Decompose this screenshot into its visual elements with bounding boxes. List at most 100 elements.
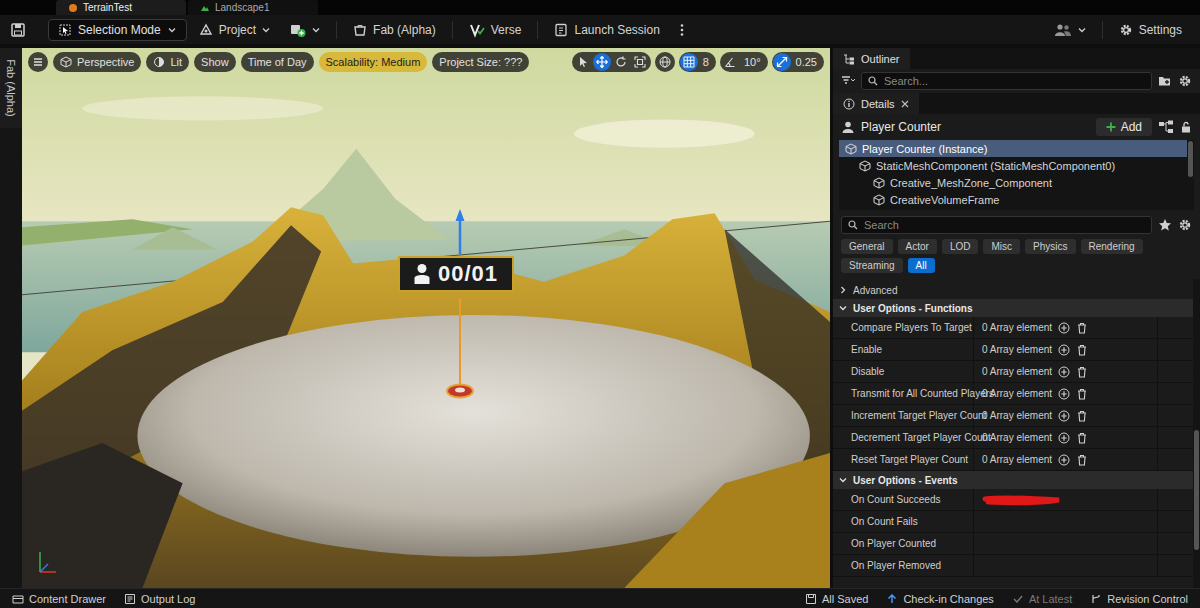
outliner-search-field[interactable]: Search...	[861, 72, 1152, 90]
property-value[interactable]	[974, 533, 1157, 554]
property-value[interactable]: 0 Array element	[974, 405, 1157, 426]
component-row[interactable]: StaticMeshComponent (StaticMeshComponent…	[839, 157, 1187, 174]
status-button[interactable]: Output Log	[120, 593, 199, 605]
component-tree: Player Counter (Instance)StaticMeshCompo…	[839, 140, 1194, 210]
filter-tab[interactable]: General	[841, 239, 893, 254]
filter-tab[interactable]: All	[908, 258, 935, 273]
add-component-button[interactable]: Add	[1096, 118, 1152, 136]
filter-tab[interactable]: Streaming	[841, 258, 903, 273]
level-icon	[68, 3, 78, 13]
transform-tool[interactable]	[631, 53, 649, 71]
advanced-section-header[interactable]: Advanced	[833, 281, 1193, 299]
status-button[interactable]: Check-in Changes	[882, 593, 998, 605]
section-header[interactable]: User Options - Functions	[833, 299, 1193, 317]
settings-menu[interactable]: Settings	[1111, 20, 1190, 40]
snap-toggle[interactable]	[773, 53, 791, 71]
snap-setting[interactable]: 10°	[720, 52, 768, 72]
add-actor-button[interactable]	[282, 19, 328, 41]
document-tab[interactable]: Landscape1	[188, 0, 318, 15]
trash-icon[interactable]	[1076, 366, 1088, 378]
coordinate-space-button[interactable]	[655, 52, 675, 72]
component-row[interactable]: Player Counter (Instance)	[839, 140, 1187, 157]
verse-button[interactable]: Verse	[461, 19, 530, 41]
new-folder-icon[interactable]	[1158, 74, 1172, 88]
add-element-icon[interactable]	[1058, 410, 1070, 422]
filter-tab[interactable]: Misc	[983, 239, 1020, 254]
status-button[interactable]: All Saved	[801, 593, 872, 605]
status-button[interactable]: Revision Control	[1086, 593, 1192, 605]
mode-dropdown[interactable]: Selection Mode	[48, 19, 187, 41]
trash-icon[interactable]	[1076, 454, 1088, 466]
property-value[interactable]	[974, 555, 1157, 576]
trash-icon[interactable]	[1076, 432, 1088, 444]
project-menu[interactable]: Project	[191, 20, 278, 40]
viewport-menu-button[interactable]	[28, 52, 48, 72]
viewport-option-button[interactable]: Project Size: ???	[432, 52, 529, 72]
launch-session-button[interactable]: Launch Session	[546, 20, 667, 40]
lock-icon[interactable]	[1180, 121, 1192, 133]
snap-toggle[interactable]	[680, 53, 698, 71]
session-users-menu[interactable]	[1046, 20, 1094, 40]
device-pivot-icon[interactable]	[420, 296, 500, 406]
filter-icon[interactable]	[841, 74, 855, 88]
property-value[interactable]: 0 Array element	[974, 427, 1157, 448]
player-counter-billboard[interactable]: 00/01	[398, 256, 514, 292]
transform-tool[interactable]	[612, 53, 630, 71]
viewport-option-button[interactable]: Time of Day	[241, 52, 314, 72]
snap-setting[interactable]: 8	[679, 52, 716, 72]
document-tab[interactable]: TerrainTest	[56, 0, 186, 15]
tree-scrollbar[interactable]	[1187, 140, 1194, 210]
property-value[interactable]	[974, 511, 1157, 532]
property-value[interactable]: 0 Array element	[974, 361, 1157, 382]
add-element-icon[interactable]	[1058, 344, 1070, 356]
more-options-icon[interactable]	[680, 23, 684, 37]
component-row[interactable]: Creative_MeshZone_Component	[839, 174, 1187, 191]
viewport-option-button[interactable]: Scalability: Medium	[319, 52, 428, 72]
component-row[interactable]: CreativeVolumeFrame	[839, 191, 1187, 208]
trash-icon[interactable]	[1076, 322, 1088, 334]
status-button[interactable]: Content Drawer	[8, 593, 110, 605]
blueprint-icon[interactable]	[1158, 119, 1174, 135]
gear-icon[interactable]	[1178, 218, 1192, 232]
snap-toggle[interactable]	[721, 53, 739, 71]
filter-tab[interactable]: LOD	[942, 239, 979, 254]
add-element-icon[interactable]	[1058, 454, 1070, 466]
level-viewport[interactable]: PerspectiveLitShowTime of DayScalability…	[22, 48, 830, 588]
viewport-option-button[interactable]: Perspective	[53, 52, 141, 72]
viewport-option-button[interactable]: Lit	[146, 52, 189, 72]
details-tab[interactable]: Details	[833, 93, 919, 114]
add-element-icon[interactable]	[1058, 366, 1070, 378]
filter-tab[interactable]: Physics	[1025, 239, 1075, 254]
status-button[interactable]: At Latest	[1008, 593, 1076, 605]
save-icon[interactable]	[10, 22, 26, 38]
trash-icon[interactable]	[1076, 344, 1088, 356]
details-scrollbar[interactable]	[1193, 279, 1200, 588]
viewport-option-button[interactable]: Show	[194, 52, 236, 72]
close-icon[interactable]	[901, 100, 909, 108]
property-value[interactable]: 0 Array element	[974, 339, 1157, 360]
side-tab[interactable]: Fab (Alpha)	[0, 48, 22, 128]
add-element-icon[interactable]	[1058, 432, 1070, 444]
property-value[interactable]: 0 Array element	[974, 383, 1157, 404]
section-header[interactable]: User Options - Events	[833, 471, 1193, 489]
property-value[interactable]: 0 Array element	[974, 449, 1157, 470]
details-search-field[interactable]: Search	[841, 216, 1152, 234]
editor-window: TerrainTestLandscape1Selection ModeProje…	[0, 0, 1200, 608]
trash-icon[interactable]	[1076, 388, 1088, 400]
property-value[interactable]	[974, 489, 1157, 510]
add-element-icon[interactable]	[1058, 322, 1070, 334]
transform-tool[interactable]	[593, 53, 611, 71]
gear-icon[interactable]	[1178, 74, 1192, 88]
transform-tool[interactable]	[574, 53, 592, 71]
filter-tab[interactable]: Actor	[898, 239, 937, 254]
add-element-icon[interactable]	[1058, 388, 1070, 400]
filter-tab[interactable]: Rendering	[1081, 239, 1143, 254]
lit-icon	[153, 56, 165, 68]
property-value[interactable]: 0 Array element	[974, 317, 1157, 338]
star-icon[interactable]	[1158, 218, 1172, 232]
snap-setting[interactable]: 0.25	[772, 52, 824, 72]
outliner-tab[interactable]: Outliner	[833, 48, 910, 69]
gizmo-up-arrow-icon[interactable]	[420, 208, 500, 254]
trash-icon[interactable]	[1076, 410, 1088, 422]
fab-button[interactable]: Fab (Alpha)	[345, 20, 444, 40]
